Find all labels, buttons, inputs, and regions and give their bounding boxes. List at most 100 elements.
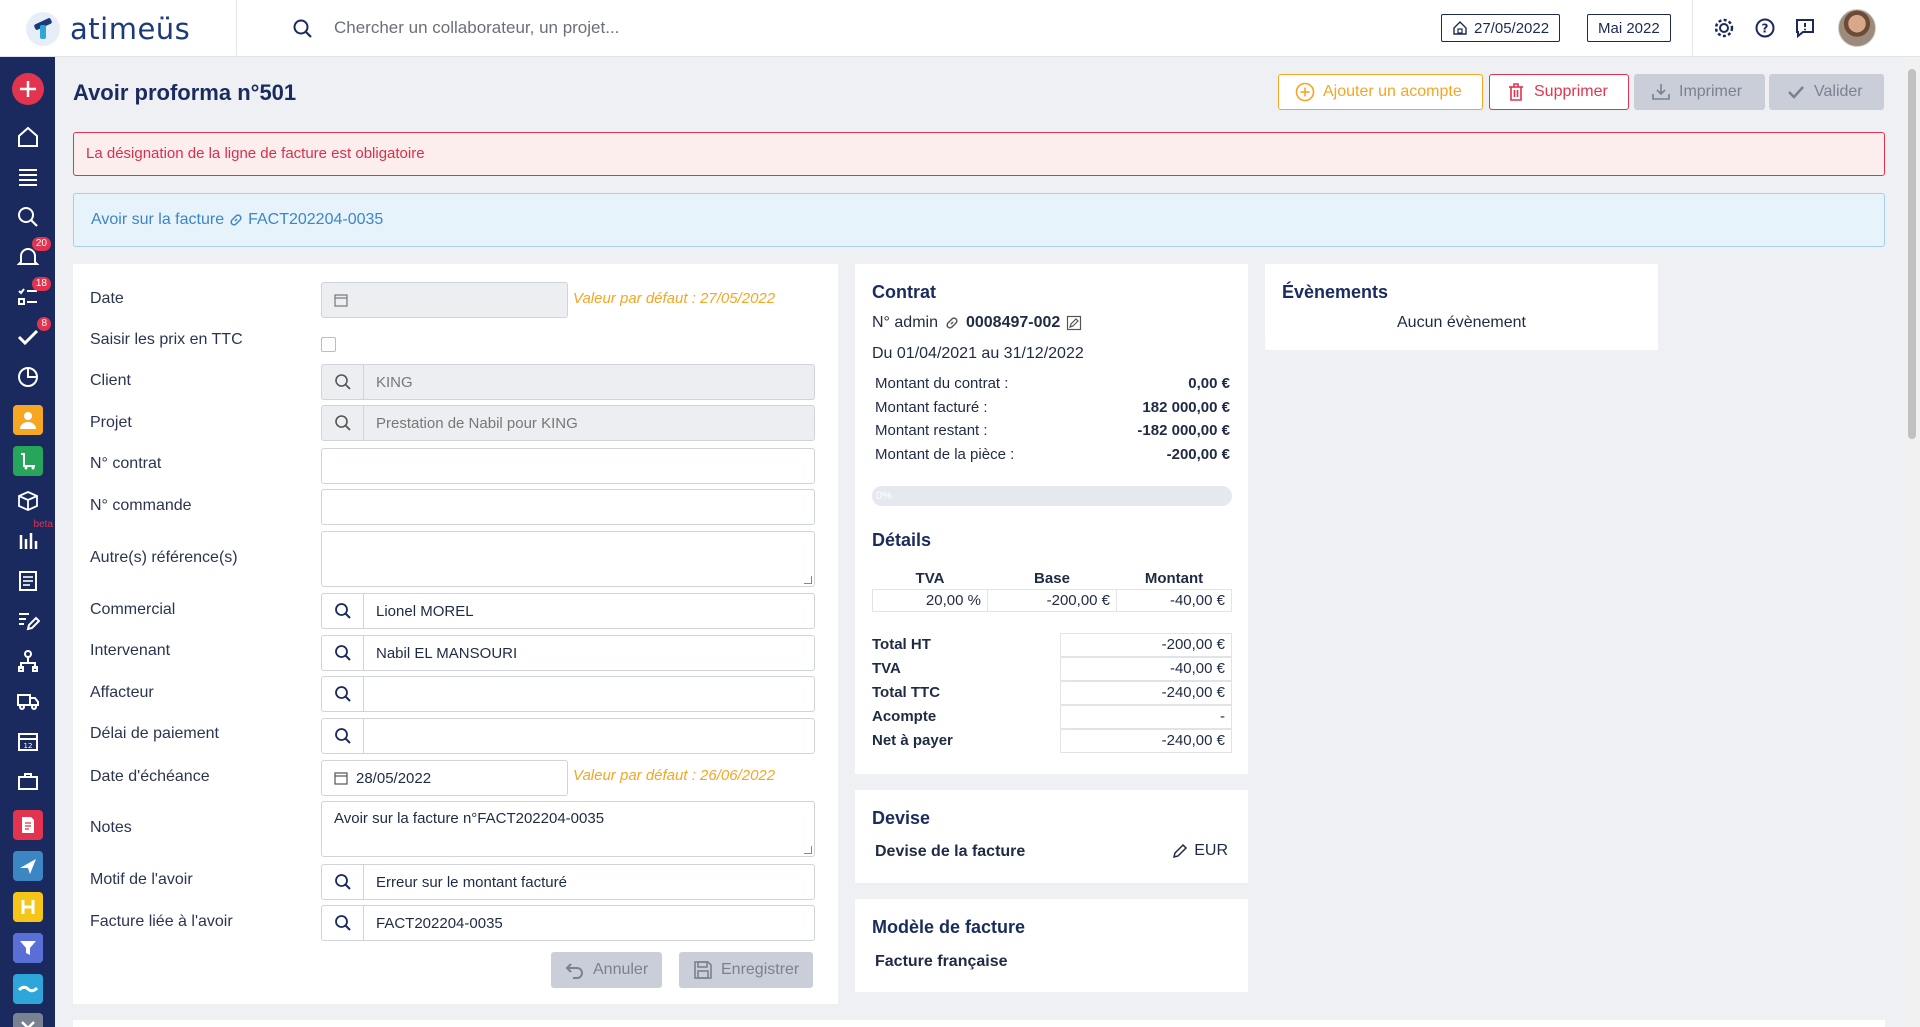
sidebar-item-reports[interactable] <box>11 361 45 393</box>
period-button[interactable]: Mai 2022 <box>1587 14 1671 42</box>
add-deposit-button[interactable]: Ajouter un acompte <box>1278 74 1483 110</box>
add-button[interactable] <box>11 73 45 105</box>
sidebar-item-products[interactable] <box>11 485 45 517</box>
sidebar-item-users[interactable] <box>13 405 43 435</box>
affacteur-lookup-button[interactable] <box>322 677 364 711</box>
sidebar-item-filter[interactable] <box>13 933 43 963</box>
facture-lookup-button[interactable] <box>322 906 364 940</box>
sidebar-item-edit[interactable] <box>11 605 45 637</box>
sidebar-item-tools[interactable] <box>13 1013 43 1027</box>
affacteur-field[interactable] <box>321 676 815 712</box>
sidebar-item-tasks[interactable]: 18 <box>11 277 51 313</box>
date-label: Date <box>90 290 124 307</box>
motif-lookup-button[interactable] <box>322 865 364 899</box>
ttc-checkbox[interactable] <box>321 337 336 352</box>
delai-lookup-button[interactable] <box>322 719 364 753</box>
commercial-field[interactable]: Lionel MOREL <box>321 593 815 629</box>
add-deposit-label: Ajouter un acompte <box>1323 83 1462 100</box>
commande-number-label: N° commande <box>90 497 192 514</box>
sidebar-item-notifications[interactable]: 20 <box>11 237 51 273</box>
evenements-title: Évènements <box>1282 282 1389 302</box>
intervenant-value: Nabil EL MANSOURI <box>376 644 518 662</box>
sidebar-item-handshake[interactable] <box>13 974 43 1004</box>
calendar-icon: 12 <box>18 733 38 751</box>
contrat-number-input[interactable] <box>321 448 815 484</box>
sidebar-item-hours[interactable] <box>13 892 43 922</box>
client-value: KING <box>376 373 413 391</box>
client-lookup-button[interactable] <box>322 365 364 399</box>
devise-label: Devise de la facture <box>875 843 1026 860</box>
intervenant-field[interactable]: Nabil EL MANSOURI <box>321 635 815 671</box>
sidebar-item-calendar[interactable]: 12 <box>11 725 45 757</box>
edit-icon[interactable] <box>1066 315 1082 331</box>
sidebar-item-org[interactable] <box>11 645 45 677</box>
info-text: Avoir sur la facture <box>91 211 225 228</box>
sidebar-item-cart[interactable] <box>13 446 43 476</box>
sidebar-item-list[interactable] <box>11 161 45 193</box>
other-references-textarea[interactable] <box>321 531 815 587</box>
info-invoice-link[interactable]: FACT202204-0035 <box>248 211 383 229</box>
intervenant-lookup-button[interactable] <box>322 636 364 670</box>
sidebar-item-home[interactable] <box>11 121 45 153</box>
scrollbar-thumb[interactable] <box>1908 69 1916 439</box>
echeance-date-field[interactable]: 28/05/2022 <box>321 760 568 796</box>
print-button[interactable]: Imprimer <box>1634 74 1765 110</box>
help-icon[interactable]: ? <box>1754 17 1776 39</box>
search-icon <box>18 207 38 227</box>
sidebar-item-expenses[interactable] <box>13 851 43 881</box>
notes-textarea[interactable]: Avoir sur la facture n°FACT202204-0035 <box>321 801 815 857</box>
vat-header-base: Base <box>1034 570 1070 587</box>
validate-button[interactable]: Valider <box>1769 74 1884 110</box>
save-button[interactable]: Enregistrer <box>679 952 814 988</box>
cancel-button[interactable]: Annuler <box>551 952 663 988</box>
facture-liee-field[interactable]: FACT202204-0035 <box>321 905 815 941</box>
sidebar-item-briefcase[interactable] <box>11 765 45 797</box>
remaining-amount-value: -182 000,00 € <box>1137 422 1230 439</box>
user-avatar[interactable] <box>1838 9 1876 47</box>
total-ttc-row: Total TTC -240,00 € <box>872 681 1232 705</box>
sidebar-item-delivery[interactable] <box>11 685 45 717</box>
commercial-lookup-button[interactable] <box>322 594 364 628</box>
resize-handle[interactable] <box>804 846 812 854</box>
filter-icon <box>20 941 36 955</box>
search-icon <box>334 728 351 744</box>
sidebar-item-search[interactable] <box>11 201 45 233</box>
motif-field[interactable]: Erreur sur le montant facturé <box>321 864 815 900</box>
feedback-icon[interactable] <box>1794 17 1816 39</box>
resize-handle[interactable] <box>804 576 812 584</box>
check-icon <box>1788 86 1804 99</box>
search-icon <box>334 915 351 931</box>
sidebar-item-planning[interactable]: beta <box>11 519 53 557</box>
contrat-number-label: N° contrat <box>90 455 162 472</box>
evenements-empty: Aucun évènement <box>1397 314 1526 331</box>
projet-field[interactable]: Prestation de Nabil pour KING <box>321 405 815 441</box>
vat-header-montant: Montant <box>1144 570 1204 587</box>
projet-lookup-button[interactable] <box>322 406 364 440</box>
calendar-icon <box>334 772 348 785</box>
global-search-input[interactable] <box>334 14 894 42</box>
scrollbar[interactable] <box>1904 57 1920 1027</box>
delete-button[interactable]: Supprimer <box>1489 74 1629 110</box>
date-field[interactable] <box>321 282 568 318</box>
gear-icon[interactable] <box>1713 17 1735 39</box>
app-logo[interactable]: atimeüs <box>26 12 190 46</box>
current-date-button[interactable]: 27/05/2022 <box>1441 14 1561 42</box>
divider <box>1692 0 1693 57</box>
sidebar-item-validations[interactable]: 8 <box>11 317 51 353</box>
invoiced-amount-row: Montant facturé : 182 000,00 € <box>875 399 1230 416</box>
sidebar-item-invoices[interactable] <box>13 810 43 840</box>
commande-number-input[interactable] <box>321 489 815 525</box>
contrat-title: Contrat <box>872 282 936 302</box>
facture-liee-value: FACT202204-0035 <box>376 914 503 932</box>
total-ht-row: Total HT -200,00 € <box>872 633 1232 657</box>
client-field[interactable]: KING <box>321 364 815 400</box>
truck-icon <box>17 694 39 710</box>
delai-paiement-field[interactable] <box>321 718 815 754</box>
admin-number-value[interactable]: 0008497-002 <box>966 314 1060 332</box>
projet-value: Prestation de Nabil pour KING <box>376 414 578 432</box>
devise-edit[interactable]: EUR <box>1172 842 1228 860</box>
sidebar-item-documents[interactable] <box>11 565 45 597</box>
search-icon <box>334 645 351 661</box>
table-row: 20,00 % -200,00 € -40,00 € <box>872 589 1232 612</box>
plus-icon <box>12 73 44 105</box>
